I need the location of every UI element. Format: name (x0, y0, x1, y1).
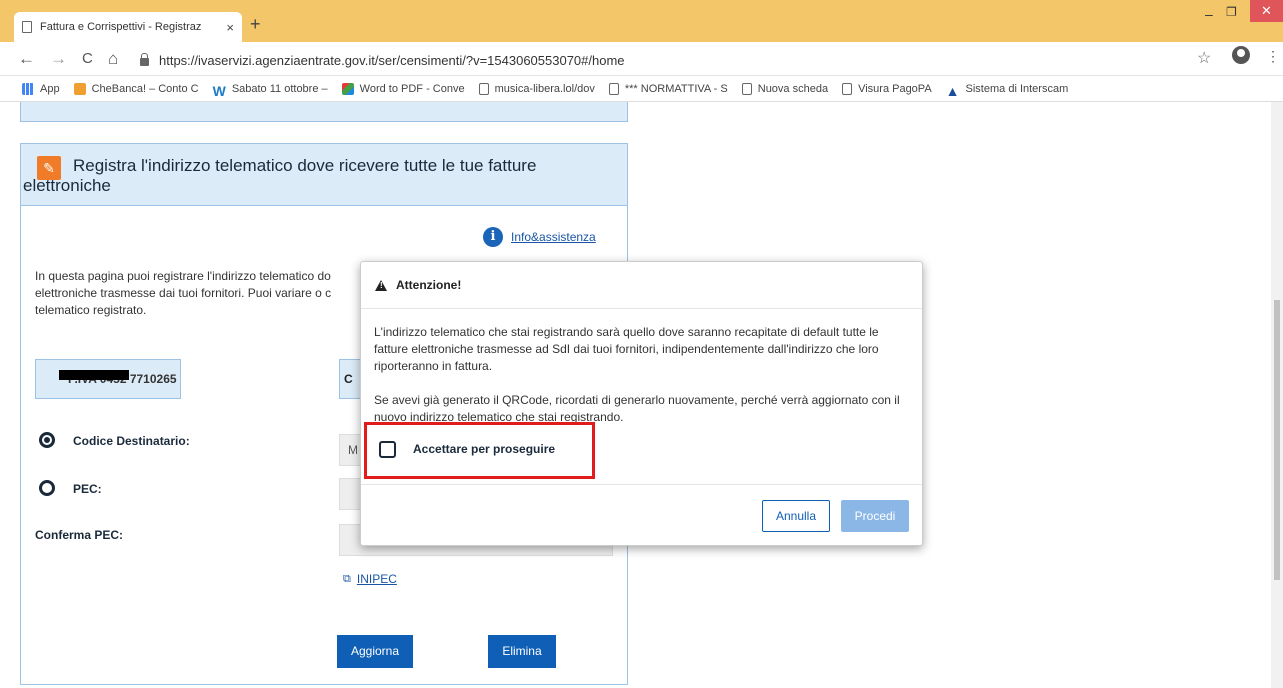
panel-header: Registra l'indirizzo telematico dove ric… (21, 144, 627, 206)
dialog-header: Attenzione! (361, 262, 922, 309)
dialog-paragraph-1: L'indirizzo telematico che stai registra… (374, 325, 879, 373)
page-icon (22, 21, 32, 33)
tab-close-icon[interactable]: × (226, 20, 234, 35)
redaction-bar (59, 370, 129, 380)
accept-highlight-box: Accettare per proseguire (364, 422, 595, 479)
dialog-divider (361, 484, 922, 485)
inipec-link[interactable]: ⧉ INIPEC (343, 572, 397, 586)
bookmarks-bar: App CheBanca! – Conto C W Sabato 11 ottob… (0, 76, 1283, 102)
bookmark-word-to-pdf[interactable]: Word to PDF - Conve (341, 82, 465, 95)
intro-text: In questa pagina puoi registrare l'indir… (35, 269, 332, 317)
bookmark-visura[interactable]: Visura PagoPA (842, 82, 932, 95)
address-bar-row: ← → C ⌂ https://ivaservizi.agenziaentrat… (0, 42, 1283, 76)
inipec-label: INIPEC (356, 572, 397, 586)
bookmark-sistema[interactable]: ▲ Sistema di Interscam (945, 82, 1069, 99)
panel-title: Registra l'indirizzo telematico dove ric… (23, 156, 537, 195)
accept-checkbox[interactable] (379, 441, 396, 458)
accept-label[interactable]: Accettare per proseguire (413, 442, 555, 456)
tab-title: Fattura e Corrispettivi - Registraz (40, 21, 202, 33)
menu-icon[interactable]: ⋮ (1266, 48, 1280, 65)
bookmark-sabato[interactable]: W Sabato 11 ottobre – (212, 82, 328, 99)
procedi-button[interactable]: Procedi (841, 500, 909, 532)
word-to-pdf-icon (341, 82, 354, 95)
page-icon (842, 82, 853, 95)
lock-icon (140, 53, 149, 66)
url-bar[interactable]: https://ivaservizi.agenziaentrate.gov.it… (140, 47, 1190, 73)
chebanca-icon (73, 82, 86, 95)
bookmark-normattiva[interactable]: *** NORMATTIVA - S (608, 82, 728, 95)
page-icon (608, 82, 619, 95)
external-link-icon: ⧉ (343, 572, 351, 585)
browser-tab[interactable]: Fattura e Corrispettivi - Registraz × (14, 12, 242, 42)
page-icon (741, 82, 752, 95)
w-icon: W (212, 82, 226, 99)
page-icon (478, 82, 489, 95)
triangle-logo-icon: ▲ (945, 82, 960, 99)
conferma-pec-label: Conferma PEC: (35, 528, 124, 542)
bookmark-apps[interactable]: App (22, 82, 60, 95)
maximize-button[interactable]: ❐ (1226, 5, 1237, 19)
url-text: https://ivaservizi.agenziaentrate.gov.it… (159, 52, 625, 68)
info-assistenza-label: Info&assistenza (511, 230, 596, 244)
profile-icon[interactable] (1232, 46, 1250, 64)
codice-destinatario-radio[interactable] (39, 432, 55, 448)
bookmark-chebanca[interactable]: CheBanca! – Conto C (73, 82, 199, 95)
bookmark-musica[interactable]: musica-libera.lol/dov (478, 82, 595, 95)
apps-grid-icon (22, 82, 34, 95)
codice-destinatario-label: Codice Destinatario: (73, 434, 190, 448)
aggiorna-button[interactable]: Aggiorna (337, 635, 413, 668)
bookmark-nuova-scheda[interactable]: Nuova scheda (741, 82, 828, 95)
dialog-paragraph-2: Se avevi già generato il QRCode, ricorda… (374, 393, 900, 424)
minimize-button[interactable]: – (1205, 6, 1213, 22)
pec-label: PEC: (73, 482, 102, 496)
home-icon[interactable]: ⌂ (108, 49, 118, 69)
attenzione-dialog: Attenzione! L'indirizzo telematico che s… (360, 261, 923, 546)
pencil-icon: ✎ (37, 156, 61, 180)
forward-icon[interactable]: → (50, 49, 67, 69)
dialog-title: Attenzione! (396, 278, 462, 292)
reload-icon[interactable]: C (82, 50, 93, 67)
annulla-button[interactable]: Annulla (762, 500, 830, 532)
pec-radio[interactable] (39, 480, 55, 496)
warning-icon (375, 280, 387, 291)
info-icon: i (483, 227, 503, 247)
back-icon[interactable]: ← (18, 49, 35, 69)
new-tab-button[interactable]: + (250, 14, 261, 35)
scrollbar-thumb[interactable] (1274, 300, 1280, 580)
elimina-button[interactable]: Elimina (488, 635, 556, 668)
window-close-button[interactable]: ✕ (1250, 0, 1283, 22)
previous-panel-edge (20, 102, 628, 122)
info-assistenza-link[interactable]: i Info&assistenza (483, 227, 596, 247)
bookmark-star-icon[interactable]: ☆ (1197, 48, 1211, 68)
